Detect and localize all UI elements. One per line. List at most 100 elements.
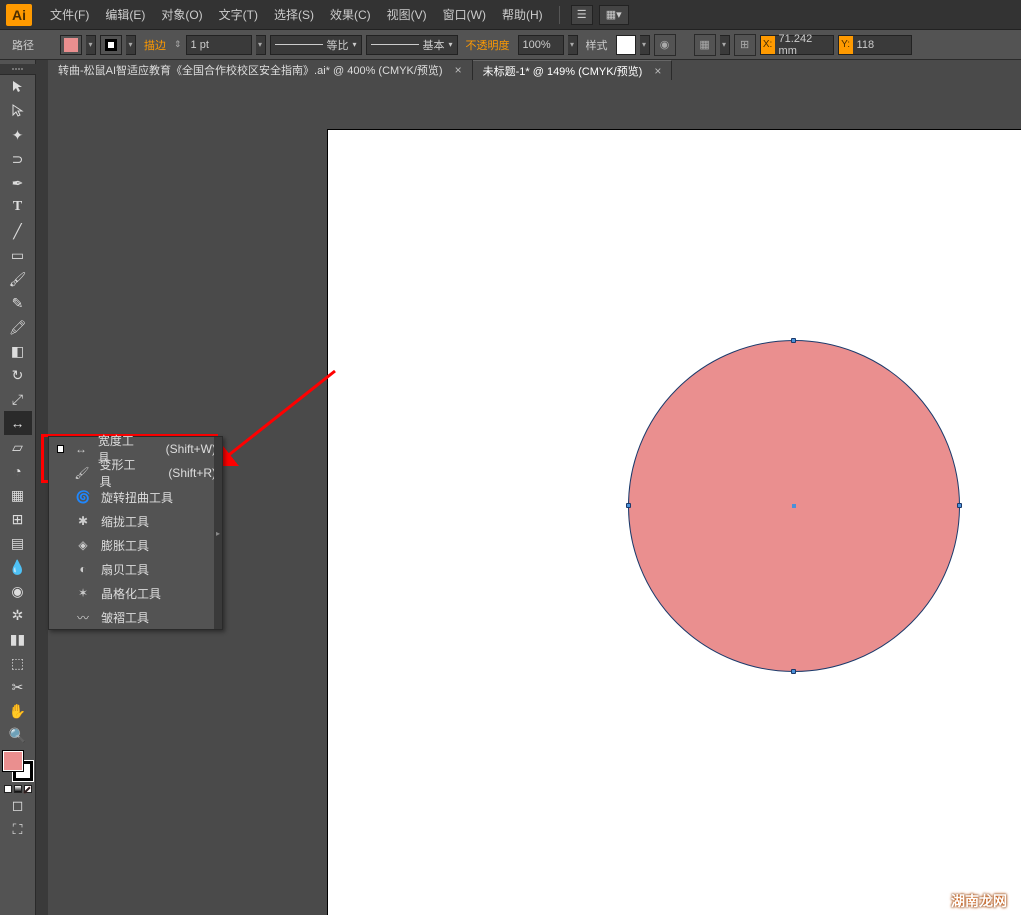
menu-view[interactable]: 视图(V) — [379, 6, 435, 23]
column-graph-tool[interactable]: ▮▮ — [4, 627, 32, 651]
flyout-twirl-tool[interactable]: 🌀 旋转扭曲工具 — [49, 485, 222, 509]
center-point — [792, 504, 796, 508]
anchor-point[interactable] — [626, 503, 631, 508]
brush-basic[interactable]: 基本 ▾ — [366, 35, 458, 55]
direct-selection-tool[interactable] — [4, 99, 32, 123]
lasso-tool[interactable]: ⊃ — [4, 147, 32, 171]
stroke-swatch[interactable] — [100, 35, 122, 55]
fill-dropdown[interactable]: ▾ — [86, 35, 96, 55]
drawing-mode-normal[interactable]: ◻ — [4, 793, 32, 817]
blend-tool[interactable]: ◉ — [4, 579, 32, 603]
app-logo: Ai — [6, 4, 32, 26]
style-dropdown[interactable]: ▾ — [640, 35, 650, 55]
stroke-dropdown[interactable]: ▾ — [126, 35, 136, 55]
anchor-point[interactable] — [791, 669, 796, 674]
rotate-tool[interactable]: ↻ — [4, 363, 32, 387]
color-mode-swatches[interactable] — [4, 785, 32, 793]
anchor-point[interactable] — [791, 338, 796, 343]
selection-type-label: 路径 — [12, 37, 34, 53]
scallop-tool-icon: ◐ — [75, 562, 91, 576]
close-tab-icon[interactable]: × — [654, 64, 661, 78]
tools-tearoff[interactable] — [0, 64, 36, 75]
eraser-tool[interactable]: ◧ — [4, 339, 32, 363]
artboard — [328, 130, 1021, 915]
wrinkle-tool-icon: 〰 — [75, 609, 91, 626]
doc-tab-title: 转曲-松鼠AI智适应教育《全国合作校校区安全指南》.ai* @ 400% (CM… — [58, 62, 443, 78]
doc-tab-2[interactable]: 未标题-1* @ 149% (CMYK/预览) × — [473, 60, 673, 80]
free-transform-tool[interactable]: ▱ — [4, 435, 32, 459]
recolor-icon[interactable]: ◉ — [654, 34, 676, 56]
flyout-pucker-tool[interactable]: ✱ 缩拢工具 — [49, 509, 222, 533]
menu-edit[interactable]: 编辑(E) — [97, 6, 153, 23]
arrange-icon[interactable]: ▦▾ — [599, 5, 629, 25]
width-tool-flyout: ↔ 宽度工具 (Shift+W) 🖌 变形工具 (Shift+R) 🌀 旋转扭曲… — [48, 436, 223, 630]
doc-setup-icon[interactable]: ☰ — [571, 5, 593, 25]
watermark-baidu: Baidu 经验 jingyan.baidu.com — [859, 843, 1009, 897]
collapsed-panel-strip[interactable] — [36, 60, 48, 915]
flyout-crystallize-tool[interactable]: ✶ 晶格化工具 — [49, 581, 222, 605]
stroke-weight-dropdown[interactable]: ▾ — [256, 35, 266, 55]
mesh-tool[interactable]: ⊞ — [4, 507, 32, 531]
blob-brush-tool[interactable]: 🖍 — [4, 315, 32, 339]
fill-swatch[interactable] — [60, 35, 82, 55]
symbol-sprayer-tool[interactable]: ✲ — [4, 603, 32, 627]
rectangle-tool[interactable]: ▭ — [4, 243, 32, 267]
menu-window[interactable]: 窗口(W) — [435, 6, 494, 23]
flyout-scallop-tool[interactable]: ◐ 扇贝工具 — [49, 557, 222, 581]
flyout-bloat-tool[interactable]: ◈ 膨胀工具 — [49, 533, 222, 557]
magic-wand-tool[interactable]: ✦ — [4, 123, 32, 147]
slice-tool[interactable]: ✂ — [4, 675, 32, 699]
pen-tool[interactable]: ✒ — [4, 171, 32, 195]
artboard-tool[interactable]: ⬚ — [4, 651, 32, 675]
eyedropper-tool[interactable]: 💧 — [4, 555, 32, 579]
selection-tool[interactable] — [4, 75, 32, 99]
ellipse-shape[interactable] — [628, 340, 960, 672]
align-panel-icon[interactable]: ▦ — [694, 34, 716, 56]
paintbrush-tool[interactable]: 🖌 — [4, 267, 32, 291]
flyout-tearoff[interactable]: ▸ — [214, 437, 222, 629]
stroke-weight-field[interactable]: 1 pt — [186, 35, 252, 55]
pencil-tool[interactable]: ✎ — [4, 291, 32, 315]
menu-separator — [559, 6, 560, 24]
y-coord[interactable]: Y:118 — [838, 35, 912, 55]
opacity-field[interactable]: 100% — [518, 35, 564, 55]
shape-builder-tool[interactable]: ◔ — [4, 459, 32, 483]
screen-mode[interactable]: ⛶ — [4, 817, 32, 841]
type-tool[interactable]: T — [4, 195, 32, 219]
profile-uniform[interactable]: 等比 ▾ — [270, 35, 362, 55]
flyout-warp-tool[interactable]: 🖌 变形工具 (Shift+R) — [49, 461, 222, 485]
line-tool[interactable]: ╱ — [4, 219, 32, 243]
menu-effect[interactable]: 效果(C) — [322, 6, 379, 23]
doc-tab-1[interactable]: 转曲-松鼠AI智适应教育《全国合作校校区安全指南》.ai* @ 400% (CM… — [48, 60, 473, 80]
hand-tool[interactable]: ✋ — [4, 699, 32, 723]
menu-type[interactable]: 文字(T) — [211, 6, 266, 23]
fill-stroke-control[interactable] — [3, 751, 33, 781]
align-dropdown[interactable]: ▾ — [720, 35, 730, 55]
width-tool[interactable]: ↔ — [4, 411, 32, 435]
opacity-dropdown[interactable]: ▾ — [568, 35, 578, 55]
stroke-label[interactable]: 描边 — [144, 37, 166, 53]
opacity-label[interactable]: 不透明度 — [466, 37, 510, 53]
bloat-tool-icon: ◈ — [75, 538, 91, 552]
gradient-tool[interactable]: ▤ — [4, 531, 32, 555]
graphic-style-swatch[interactable] — [616, 35, 636, 55]
anchor-point[interactable] — [957, 503, 962, 508]
scale-tool[interactable]: ⤢ — [4, 387, 32, 411]
perspective-grid-tool[interactable]: ▦ — [4, 483, 32, 507]
menu-help[interactable]: 帮助(H) — [494, 6, 551, 23]
transform-icon[interactable]: ⊞ — [734, 34, 756, 56]
menu-object[interactable]: 对象(O) — [153, 6, 210, 23]
crystallize-tool-icon: ✶ — [75, 586, 91, 600]
watermark-source: 湖南龙网 — [951, 891, 1007, 911]
menu-file[interactable]: 文件(F) — [42, 6, 97, 23]
style-label: 样式 — [586, 37, 608, 53]
control-bar: 路径 ▾ ▾ 描边 ⇕ 1 pt ▾ 等比 ▾ 基本 ▾ 不透明度 100% ▾… — [0, 30, 1021, 60]
x-coord[interactable]: X:71.242 mm — [760, 35, 834, 55]
twirl-tool-icon: 🌀 — [75, 490, 91, 504]
flyout-wrinkle-tool[interactable]: 〰 皱褶工具 — [49, 605, 222, 629]
menu-select[interactable]: 选择(S) — [266, 6, 322, 23]
doc-tab-title: 未标题-1* @ 149% (CMYK/预览) — [483, 63, 643, 79]
close-tab-icon[interactable]: × — [455, 63, 462, 77]
zoom-tool[interactable]: 🔍 — [4, 723, 32, 747]
tools-panel: ✦ ⊃ ✒ T ╱ ▭ 🖌 ✎ 🖍 ◧ ↻ ⤢ ↔ ▱ ◔ ▦ ⊞ ▤ 💧 ◉ … — [0, 60, 36, 915]
